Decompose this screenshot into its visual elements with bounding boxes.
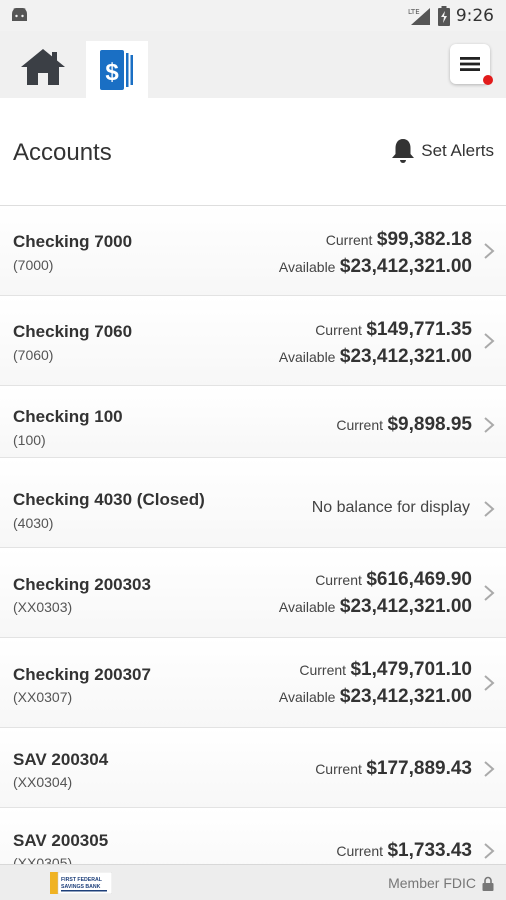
current-balance: Current $1,479,701.10 xyxy=(299,659,472,681)
notification-badge xyxy=(483,75,493,85)
current-label: Current xyxy=(336,417,384,433)
page-title: Accounts xyxy=(13,139,112,166)
available-balance: Available $23,412,321.00 xyxy=(279,346,472,368)
home-nav-button[interactable] xyxy=(18,45,68,89)
accounts-header: Accounts Set Alerts xyxy=(0,98,506,206)
account-row[interactable]: SAV 200304 (XX0304) Current $177,889.43 xyxy=(0,728,506,808)
accounts-dollar-icon: $ xyxy=(100,49,133,90)
available-label: Available xyxy=(278,349,336,365)
account-name: SAV 200304 xyxy=(13,750,109,769)
chevron-right-icon xyxy=(484,333,495,349)
bell-icon xyxy=(392,139,415,163)
available-value: $23,412,321.00 xyxy=(339,346,472,367)
accounts-list: Checking 7000 (7000) Current $99,382.18 … xyxy=(0,206,506,888)
current-value: $99,382.18 xyxy=(376,229,472,250)
current-balance: Current $149,771.35 xyxy=(315,319,472,341)
current-value: $9,898.95 xyxy=(387,414,472,435)
current-value: $177,889.43 xyxy=(366,758,472,779)
chevron-right-icon xyxy=(484,243,495,259)
account-number: (XX0304) xyxy=(13,774,73,790)
account-row[interactable]: Checking 7000 (7000) Current $99,382.18 … xyxy=(0,206,506,296)
svg-text:$: $ xyxy=(105,59,119,86)
footer: FIRST FEDERAL SAVINGS BANK Member FDIC xyxy=(0,864,506,900)
current-value: $1,733.43 xyxy=(387,840,472,861)
current-value: $149,771.35 xyxy=(366,319,472,340)
current-value: $1,479,701.10 xyxy=(350,659,472,680)
current-label: Current xyxy=(315,322,362,338)
available-value: $23,412,321.00 xyxy=(339,686,472,707)
hamburger-menu-icon xyxy=(460,57,480,71)
app-nav-bar: $ xyxy=(0,31,506,98)
account-row[interactable]: Checking 200303 (XX0303) Current $616,46… xyxy=(0,548,506,638)
bank-logo: FIRST FEDERAL SAVINGS BANK xyxy=(50,872,112,894)
chevron-right-icon xyxy=(484,675,495,691)
current-balance: Current $99,382.18 xyxy=(326,229,472,251)
account-name: Checking 4030 (Closed) xyxy=(13,490,205,509)
account-name: SAV 200305 xyxy=(13,831,109,850)
current-balance: Current $616,469.90 xyxy=(315,569,472,591)
android-icon xyxy=(12,8,27,21)
chevron-right-icon xyxy=(484,585,495,601)
account-number: (XX0303) xyxy=(13,599,73,615)
account-name: Checking 100 xyxy=(13,407,123,426)
account-row[interactable]: Checking 100 (100) Current $9,898.95 xyxy=(0,386,506,458)
available-label: Available xyxy=(278,689,336,705)
account-row[interactable]: Checking 7060 (7060) Current $149,771.35… xyxy=(0,296,506,386)
account-name: Checking 7000 xyxy=(13,232,133,251)
current-label: Current xyxy=(336,843,384,859)
account-number: (100) xyxy=(13,432,46,448)
account-row[interactable]: Checking 4030 (Closed) (4030) No balance… xyxy=(0,458,506,548)
account-number: (7060) xyxy=(13,347,54,363)
account-number: (7000) xyxy=(13,257,54,273)
available-balance: Available $23,412,321.00 xyxy=(279,686,472,708)
current-balance: Current $1,733.43 xyxy=(336,840,472,862)
lock-icon xyxy=(482,876,494,891)
status-bar: LTE 9:26 xyxy=(0,0,506,31)
available-label: Available xyxy=(278,259,336,275)
account-row[interactable]: Checking 200307 (XX0307) Current $1,479,… xyxy=(0,638,506,728)
account-name: Checking 200307 xyxy=(13,665,151,684)
svg-text:SAVINGS BANK: SAVINGS BANK xyxy=(61,884,101,890)
account-name: Checking 7060 xyxy=(13,322,133,341)
member-fdic: Member FDIC xyxy=(388,875,494,891)
clock-time: 9:26 xyxy=(455,6,494,26)
current-label: Current xyxy=(299,662,347,678)
accounts-nav-button[interactable]: $ xyxy=(86,41,148,98)
account-number: (XX0307) xyxy=(13,689,73,705)
no-balance-text: No balance for display xyxy=(311,499,470,516)
chevron-right-icon xyxy=(484,417,495,433)
set-alerts-label: Set Alerts xyxy=(421,141,494,160)
current-value: $616,469.90 xyxy=(366,569,472,590)
account-number: (4030) xyxy=(13,515,54,531)
current-label: Current xyxy=(325,232,373,248)
chevron-right-icon xyxy=(484,843,495,859)
available-value: $23,412,321.00 xyxy=(339,596,472,617)
available-balance: Available $23,412,321.00 xyxy=(279,596,472,618)
current-balance: Current $9,898.95 xyxy=(336,414,472,436)
network-type-text: LTE xyxy=(408,8,420,16)
chevron-right-icon xyxy=(484,501,495,517)
available-balance: Available $23,412,321.00 xyxy=(279,256,472,278)
available-label: Available xyxy=(278,599,336,615)
svg-text:FIRST FEDERAL: FIRST FEDERAL xyxy=(61,877,103,883)
home-icon xyxy=(21,49,65,85)
available-value: $23,412,321.00 xyxy=(339,256,472,277)
current-label: Current xyxy=(315,761,362,777)
account-name: Checking 200303 xyxy=(13,575,151,594)
current-balance: Current $177,889.43 xyxy=(315,758,472,780)
set-alerts-button[interactable]: Set Alerts xyxy=(391,138,494,164)
chevron-right-icon xyxy=(484,761,495,777)
signal-icon: LTE xyxy=(408,8,430,25)
member-fdic-label: Member FDIC xyxy=(388,875,476,891)
current-label: Current xyxy=(315,572,362,588)
battery-icon xyxy=(437,6,450,26)
